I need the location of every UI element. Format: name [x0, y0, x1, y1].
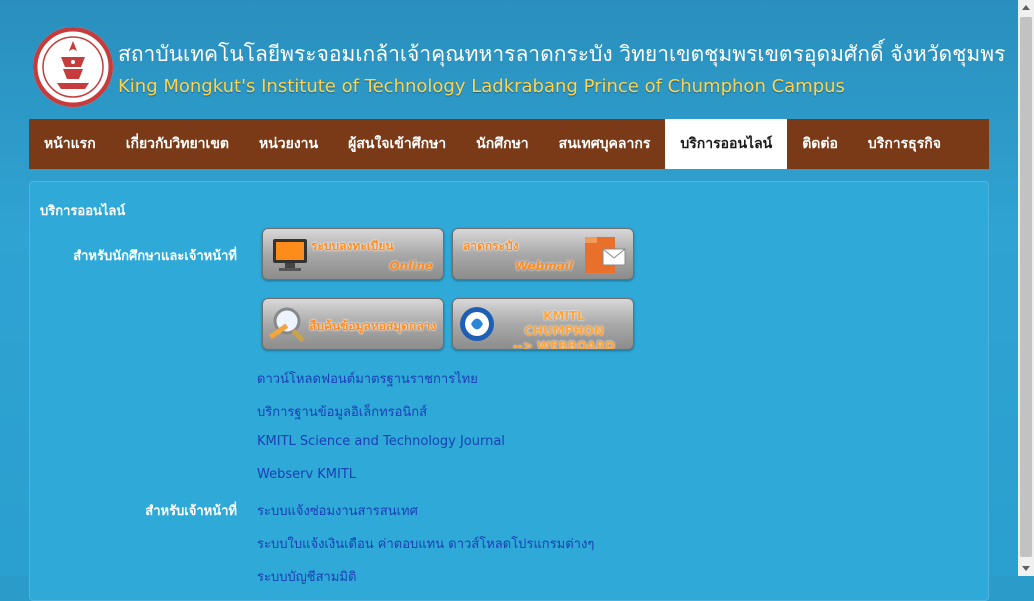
nav-departments[interactable]: หน่วยงาน	[244, 119, 333, 169]
header-title-thai: สถาบันเทคโนโลยีพระจอมเกล้าเจ้าคุณทหารลาด…	[118, 42, 1006, 66]
library-search-label: สืบค้นข้อมูลหอสมุดกลาง	[309, 319, 437, 333]
mail-folder-icon	[585, 237, 626, 273]
registration-label: ระบบลงทะเบียน	[311, 239, 394, 253]
nav-students[interactable]: นักศึกษา	[461, 119, 544, 169]
registration-online-button[interactable]: ระบบลงทะเบียน Online	[262, 228, 444, 280]
scroll-up-arrow-icon[interactable]	[1018, 0, 1034, 16]
registration-sub-label: Online	[389, 259, 433, 273]
kmitl-webboard-button[interactable]: KMITL CHUMPHON --> WEBBOARD	[452, 298, 634, 350]
computer-monitor-icon	[273, 239, 307, 271]
webmail-button[interactable]: ลาดกระบัง Webmail	[452, 228, 634, 280]
link-it-repair-request[interactable]: ระบบแจ้งซ่อมงานสารสนเทศ	[257, 500, 418, 521]
ict-webboard-logo-icon	[460, 307, 494, 341]
webmail-label: ลาดกระบัง	[463, 239, 519, 253]
vertical-scrollbar[interactable]	[1018, 0, 1034, 576]
nav-home[interactable]: หน้าแรก	[29, 119, 111, 169]
section-title: บริการออนไลน์	[40, 204, 126, 219]
webboard-label: KMITL CHUMPHON --> WEBBOARD	[505, 309, 623, 350]
webmail-sub-label: Webmail	[514, 259, 573, 273]
label-students-and-staff: สำหรับนักศึกษาและเจ้าหน้าที่	[73, 249, 237, 264]
institute-seal-logo[interactable]	[33, 27, 113, 107]
main-navigation: หน้าแรก เกี่ยวกับวิทยาเขต หน่วยงาน ผู้สน…	[29, 119, 989, 169]
nav-admissions[interactable]: ผู้สนใจเข้าศึกษา	[333, 119, 461, 169]
nav-online-services[interactable]: บริการออนไลน์	[665, 119, 788, 169]
scroll-down-arrow-icon[interactable]	[1018, 560, 1034, 576]
link-salary-slip-system[interactable]: ระบบใบแจ้งเงินเดือน ค่าตอบแทน ดาวส์โหลดโ…	[257, 533, 594, 554]
header-title-english: King Mongkut's Institute of Technology L…	[118, 76, 845, 97]
label-staff: สำหรับเจ้าหน้าที่	[145, 504, 237, 519]
magnifier-pencil-icon	[269, 307, 305, 343]
webboard-sub-label: --> WEBBOARD	[512, 339, 616, 350]
link-electronic-database[interactable]: บริการฐานข้อมูลอิเล็กทรอนิกส์	[257, 401, 427, 422]
webboard-title: KMITL CHUMPHON	[524, 309, 604, 338]
link-3d-accounting-system[interactable]: ระบบบัญชีสามมิติ	[257, 566, 356, 587]
nav-contact[interactable]: ติดต่อ	[787, 119, 853, 169]
scroll-thumb[interactable]	[1020, 17, 1032, 557]
link-webserv-kmitl[interactable]: Webserv KMITL	[257, 467, 356, 482]
nav-business-services[interactable]: บริการธุรกิจ	[853, 119, 956, 169]
link-science-technology-journal[interactable]: KMITL Science and Technology Journal	[257, 434, 505, 449]
library-search-button[interactable]: สืบค้นข้อมูลหอสมุดกลาง	[262, 298, 444, 350]
link-thai-fonts-download[interactable]: ดาวน์โหลดฟอนต์มาตรฐานราชการไทย	[257, 368, 478, 389]
nav-personnel[interactable]: สนเทศบุคลากร	[544, 119, 666, 169]
nav-about-campus[interactable]: เกี่ยวกับวิทยาเขต	[111, 119, 244, 169]
